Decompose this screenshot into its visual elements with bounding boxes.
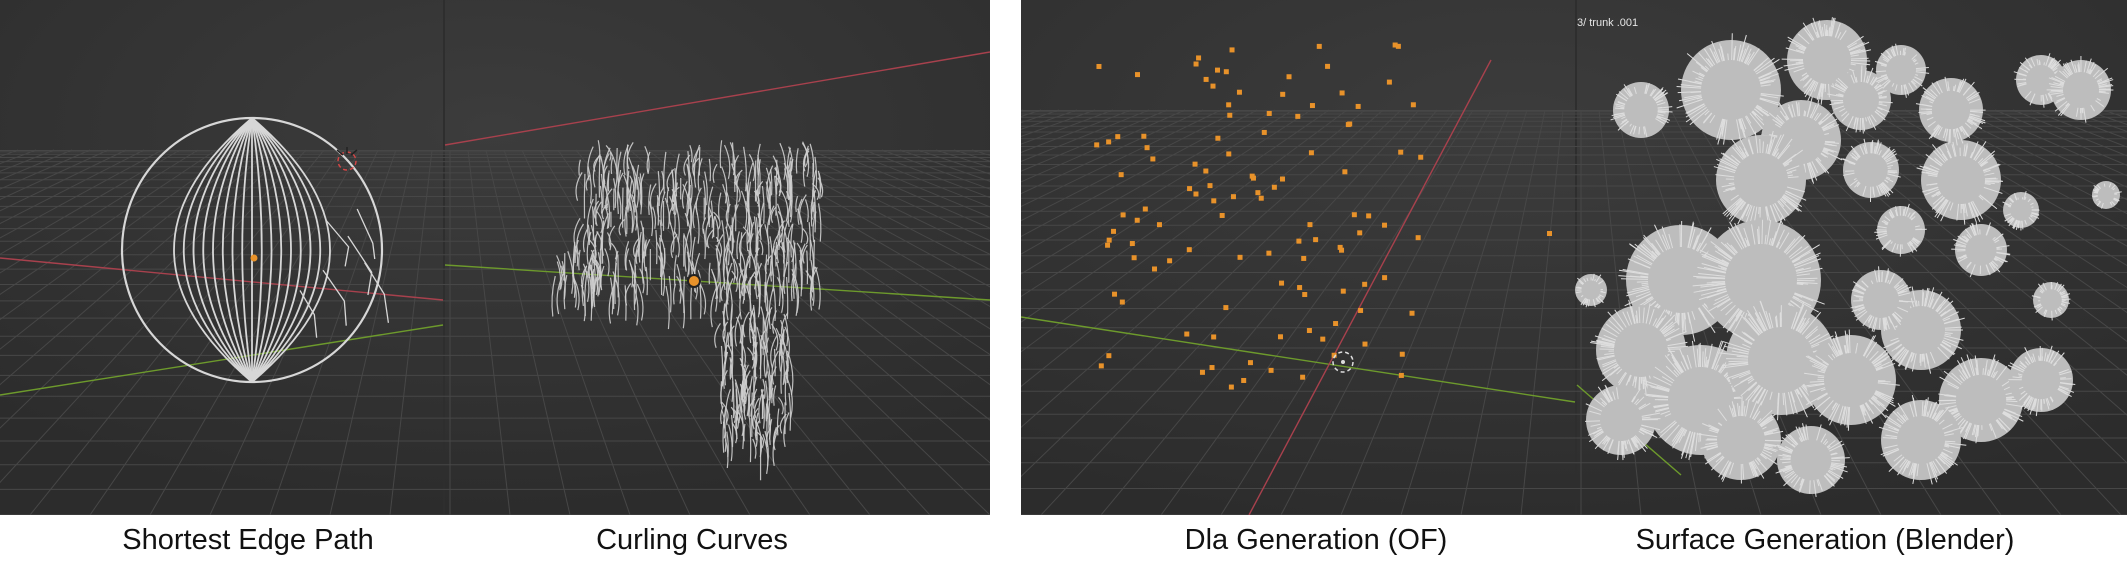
viewport-right: 3/ trunk .001 — [1021, 0, 2127, 515]
caption-shortest-edge-path: Shortest Edge Path — [122, 524, 374, 556]
caption-curling-curves: Curling Curves — [596, 524, 788, 556]
object-name-label: 3/ trunk .001 — [1577, 17, 1639, 29]
caption-dla-generation: Dla Generation (OF) — [1184, 524, 1448, 556]
subpanel-divider — [443, 0, 445, 515]
origin-dot-icon-b — [687, 274, 701, 288]
caption-surface-generation: Surface Generation (Blender) — [1635, 524, 2015, 556]
viewport-left — [0, 0, 990, 515]
viewport-left-canvas — [0, 0, 990, 515]
viewport-right-canvas — [1021, 0, 2127, 515]
origin-dot-icon — [250, 254, 258, 262]
